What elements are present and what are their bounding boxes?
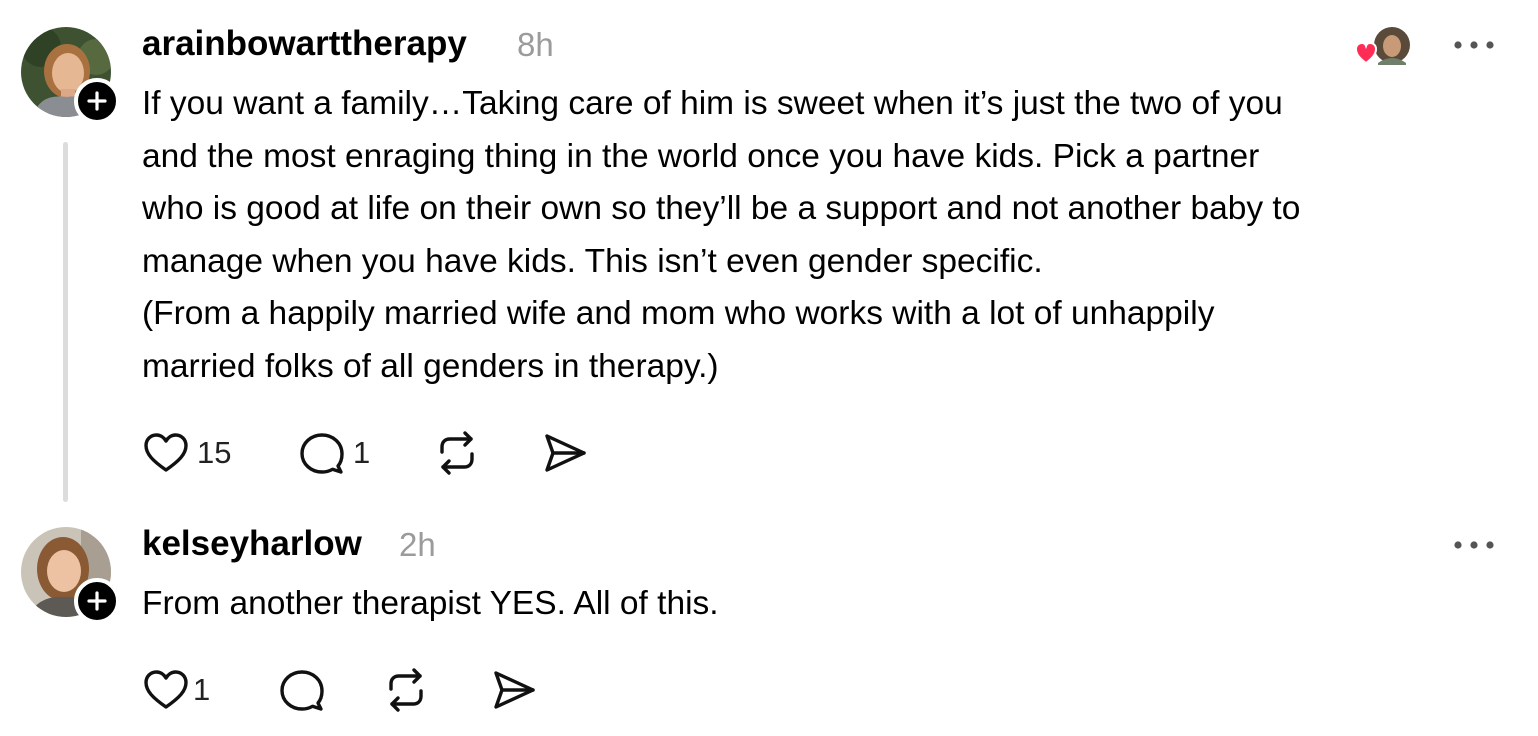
like-count: 1 (193, 672, 211, 707)
like-count: 15 (197, 435, 232, 470)
reply-post: kelseyharlow 2h From another therapist Y… (0, 510, 1538, 736)
timestamp[interactable]: 8h (517, 25, 554, 65)
red-heart-icon (1354, 41, 1378, 65)
reply-count: 1 (353, 435, 371, 470)
post-text-line: who is good at life on their own so they… (142, 190, 1301, 227)
post-text-line: From another therapist YES. All of this. (142, 585, 719, 622)
follow-button[interactable] (74, 78, 120, 124)
follow-button[interactable] (74, 578, 120, 624)
heart-outline-icon (144, 433, 188, 472)
thread-line (63, 142, 68, 502)
heart-outline-icon (144, 670, 188, 709)
repost-arrows-icon (440, 431, 474, 475)
repost-button[interactable] (383, 667, 429, 713)
plus-icon (87, 591, 107, 611)
ellipsis-icon (1454, 41, 1494, 49)
post-text-line: manage when you have kids. This isn’t ev… (142, 242, 1043, 280)
reply-button[interactable] (279, 667, 325, 713)
post-text-line: (From a happily married wife and mom who… (142, 295, 1215, 332)
post-text-line: married folks of all genders in therapy.… (142, 347, 719, 385)
reply-button[interactable]: 1 (299, 430, 370, 476)
repost-button[interactable] (434, 430, 480, 476)
more-options-button[interactable] (1449, 30, 1499, 60)
speech-bubble-icon (300, 433, 344, 474)
thread-post: arainbowarttherapy 8h If you want a fami… (0, 0, 1538, 510)
post-text-line: If you want a family…Taking care of him … (142, 85, 1283, 122)
repost-arrows-icon (389, 668, 423, 712)
username[interactable]: arainbowarttherapy (142, 24, 467, 64)
plus-icon (87, 91, 107, 111)
timestamp[interactable]: 2h (399, 525, 436, 565)
username[interactable]: kelseyharlow (142, 524, 362, 564)
share-button[interactable] (542, 430, 588, 476)
liker-avatars[interactable] (1354, 25, 1416, 69)
post-text: From another therapist YES. All of this. (142, 578, 719, 631)
more-options-button[interactable] (1449, 530, 1499, 560)
send-arrow-icon (545, 434, 586, 472)
ellipsis-icon (1454, 541, 1494, 549)
post-text: If you want a family…Taking care of him … (142, 78, 1300, 393)
share-button[interactable] (491, 667, 537, 713)
like-button[interactable]: 15 (143, 430, 231, 476)
speech-bubble-icon (280, 670, 324, 711)
post-text-line: and the most enraging thing in the world… (142, 137, 1260, 175)
like-button[interactable]: 1 (143, 667, 210, 713)
send-arrow-icon (494, 671, 535, 709)
